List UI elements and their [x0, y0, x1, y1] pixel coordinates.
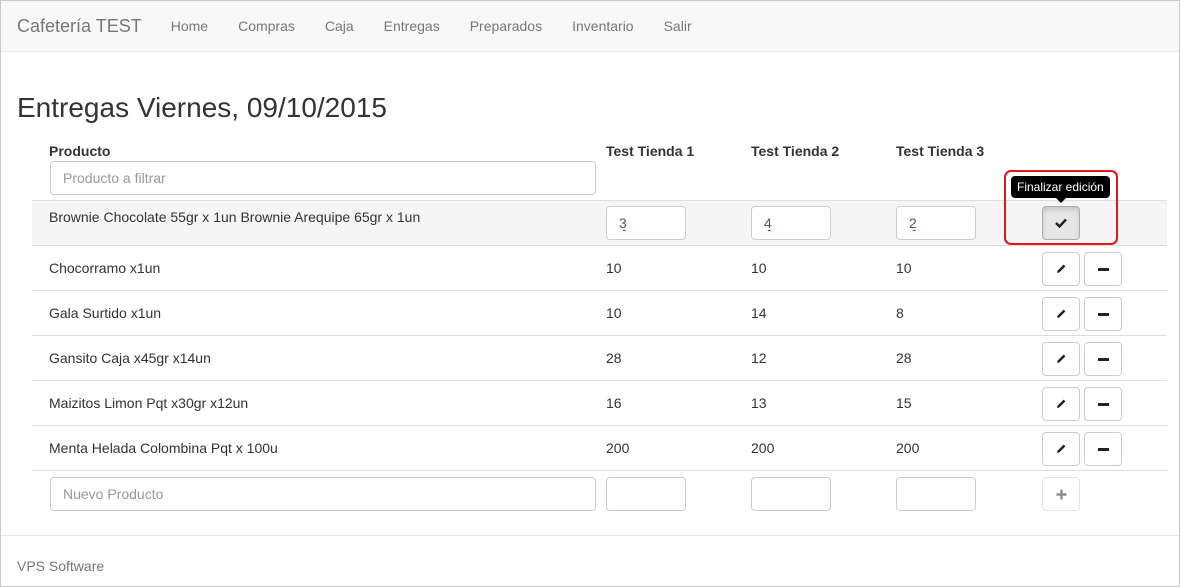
nav-item-compras[interactable]: Compras: [238, 18, 295, 34]
minus-icon: [1097, 312, 1109, 316]
table-row: Chocorramo x1un 10 10 10: [32, 245, 1167, 290]
new-product-input[interactable]: [50, 477, 596, 511]
footer-text: VPS Software: [17, 558, 105, 574]
row-product: Gansito Caja x45gr x14un: [49, 350, 211, 366]
plus-icon: [1056, 489, 1066, 499]
header-product: Producto: [49, 143, 111, 159]
table-row: Gansito Caja x45gr x14un 28 12 28: [32, 335, 1167, 380]
row-product: Gala Surtido x1un: [49, 305, 162, 321]
remove-button[interactable]: [1084, 342, 1122, 376]
minus-icon: [1097, 267, 1109, 271]
new-store2-qty-input[interactable]: [751, 477, 831, 511]
navbar: Cafetería TEST Home Compras Caja Entrega…: [1, 1, 1179, 52]
row-store2: 10: [751, 260, 767, 276]
nav-item-entregas[interactable]: Entregas: [384, 18, 440, 34]
minus-icon: [1097, 447, 1109, 451]
row-store2: 200: [751, 440, 775, 456]
header-store1: Test Tienda 1: [606, 143, 695, 159]
row-store2: 14: [751, 305, 767, 321]
row-product: Maizitos Limon Pqt x30gr x12un: [49, 395, 249, 411]
store2-qty-input[interactable]: [751, 206, 831, 240]
header-store3: Test Tienda 3: [896, 143, 985, 159]
row-store3: 10: [896, 260, 912, 276]
store3-qty-input[interactable]: [896, 206, 976, 240]
footer-divider: [1, 535, 1179, 536]
row-product: Chocorramo x1un: [49, 260, 161, 276]
nav-item-inventario[interactable]: Inventario: [572, 18, 633, 34]
row-store1: 10: [606, 260, 622, 276]
new-product-row: [32, 470, 1167, 515]
edit-button[interactable]: [1042, 342, 1080, 376]
header-store2: Test Tienda 2: [751, 143, 840, 159]
brand[interactable]: Cafetería TEST: [17, 16, 142, 37]
row-store3: 28: [896, 350, 912, 366]
row-store2: 12: [751, 350, 767, 366]
page-title: Entregas Viernes, 09/10/2015: [17, 92, 387, 123]
row-store1: 28: [606, 350, 622, 366]
pencil-icon: [1057, 264, 1066, 273]
table-row: Maizitos Limon Pqt x30gr x12un 16 13 15: [32, 380, 1167, 425]
row-store1: 200: [606, 440, 630, 456]
edit-button[interactable]: [1042, 387, 1080, 421]
remove-button[interactable]: [1084, 432, 1122, 466]
pencil-icon: [1057, 444, 1066, 453]
remove-button[interactable]: [1084, 252, 1122, 286]
pencil-icon: [1057, 309, 1066, 318]
table-row: Menta Helada Colombina Pqt x 100u 200 20…: [32, 425, 1167, 470]
new-store1-qty-input[interactable]: [606, 477, 686, 511]
edit-button[interactable]: [1042, 252, 1080, 286]
pencil-icon: [1057, 399, 1066, 408]
row-product: Menta Helada Colombina Pqt x 100u: [49, 440, 278, 456]
nav-menu: Home Compras Caja Entregas Preparados In…: [156, 18, 707, 34]
row-store3: 8: [896, 305, 904, 321]
add-product-button[interactable]: [1042, 477, 1080, 511]
nav-item-home[interactable]: Home: [171, 18, 208, 34]
product-filter-input[interactable]: [50, 161, 596, 195]
pencil-icon: [1057, 354, 1066, 363]
new-store3-qty-input[interactable]: [896, 477, 976, 511]
nav-item-preparados[interactable]: Preparados: [470, 18, 542, 34]
row-store2: 13: [751, 395, 767, 411]
minus-icon: [1097, 357, 1109, 361]
minus-icon: [1097, 402, 1109, 406]
row-store3: 15: [896, 395, 912, 411]
remove-button[interactable]: [1084, 387, 1122, 421]
tooltip-arrow: [1056, 198, 1066, 203]
table-row-editing: Brownie Chocolate 55gr x 1un Brownie Are…: [32, 200, 1167, 245]
row-store1: 16: [606, 395, 622, 411]
nav-item-salir[interactable]: Salir: [664, 18, 692, 34]
edit-button[interactable]: [1042, 432, 1080, 466]
table-row: Gala Surtido x1un 10 14 8: [32, 290, 1167, 335]
remove-button[interactable]: [1084, 297, 1122, 331]
row-store1: 10: [606, 305, 622, 321]
finish-edit-tooltip: Finalizar edición: [1011, 176, 1110, 198]
store1-qty-input[interactable]: [606, 206, 686, 240]
edit-button[interactable]: [1042, 297, 1080, 331]
row-product: Brownie Chocolate 55gr x 1un Brownie Are…: [49, 209, 421, 225]
row-store3: 200: [896, 440, 920, 456]
nav-item-caja[interactable]: Caja: [325, 18, 354, 34]
